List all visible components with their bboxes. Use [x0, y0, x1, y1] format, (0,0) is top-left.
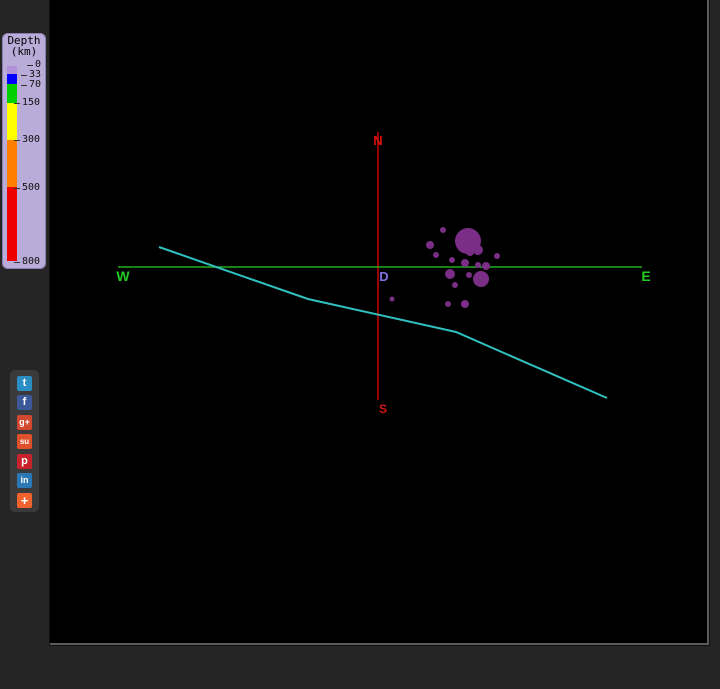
- quake-marker[interactable]: [482, 262, 490, 270]
- quake-3d-viewport[interactable]: N S W E D: [50, 0, 709, 645]
- linkedin-icon[interactable]: in: [17, 473, 32, 488]
- depth-band-500-800: [7, 187, 17, 261]
- depth-band-70-150: [7, 84, 17, 103]
- google-plus-icon[interactable]: g+: [17, 415, 32, 430]
- quake-marker[interactable]: [475, 262, 481, 268]
- east-label: E: [641, 268, 650, 284]
- quake-marker[interactable]: [389, 296, 395, 302]
- stumbleupon-icon[interactable]: su: [17, 434, 32, 449]
- quake-marker[interactable]: [445, 301, 451, 307]
- quake-marker[interactable]: [473, 245, 483, 255]
- center-marker-label: D: [379, 269, 388, 284]
- depth-tick-70: 70: [20, 79, 42, 90]
- depth-band-0-33: [7, 66, 17, 74]
- quake-marker[interactable]: [473, 271, 489, 287]
- west-label: W: [116, 268, 130, 284]
- north-label: N: [373, 133, 382, 148]
- quake-marker[interactable]: [466, 248, 474, 256]
- twitter-icon[interactable]: t: [17, 376, 32, 391]
- depth-legend: Depth (km) 0 33 70 150 300 500 800: [2, 33, 46, 269]
- facebook-icon[interactable]: f: [17, 395, 32, 410]
- quake-marker[interactable]: [433, 252, 439, 258]
- depth-tick-800: 800: [13, 256, 41, 267]
- quake-marker[interactable]: [440, 227, 446, 233]
- quake-marker[interactable]: [452, 282, 458, 288]
- depth-legend-title-line2: (km): [10, 45, 38, 58]
- depth-band-33-70: [7, 74, 17, 84]
- south-label: S: [379, 402, 387, 416]
- viewport-canvas[interactable]: N S W E D: [50, 0, 707, 643]
- depth-tick-150: 150: [13, 97, 41, 108]
- depth-legend-title: Depth (km): [2, 35, 46, 57]
- quake-marker[interactable]: [461, 259, 469, 267]
- depth-band-300-500: [7, 140, 17, 187]
- quake-viewer-page: Depth (km) 0 33 70 150 300 500 800 t f g…: [0, 0, 720, 689]
- pinterest-icon[interactable]: p: [17, 454, 32, 469]
- quake-marker[interactable]: [494, 253, 500, 259]
- add-more-icon[interactable]: +: [17, 493, 32, 508]
- quake-marker[interactable]: [461, 300, 469, 308]
- quake-marker[interactable]: [426, 241, 434, 249]
- quake-marker[interactable]: [466, 272, 472, 278]
- share-toolbar: t f g+ su p in +: [10, 370, 39, 512]
- depth-tick-500: 500: [13, 182, 41, 193]
- quake-marker[interactable]: [445, 269, 455, 279]
- depth-band-150-300: [7, 103, 17, 140]
- quake-marker[interactable]: [449, 257, 455, 263]
- depth-tick-300: 300: [13, 134, 41, 145]
- depth-color-bar: [7, 66, 17, 261]
